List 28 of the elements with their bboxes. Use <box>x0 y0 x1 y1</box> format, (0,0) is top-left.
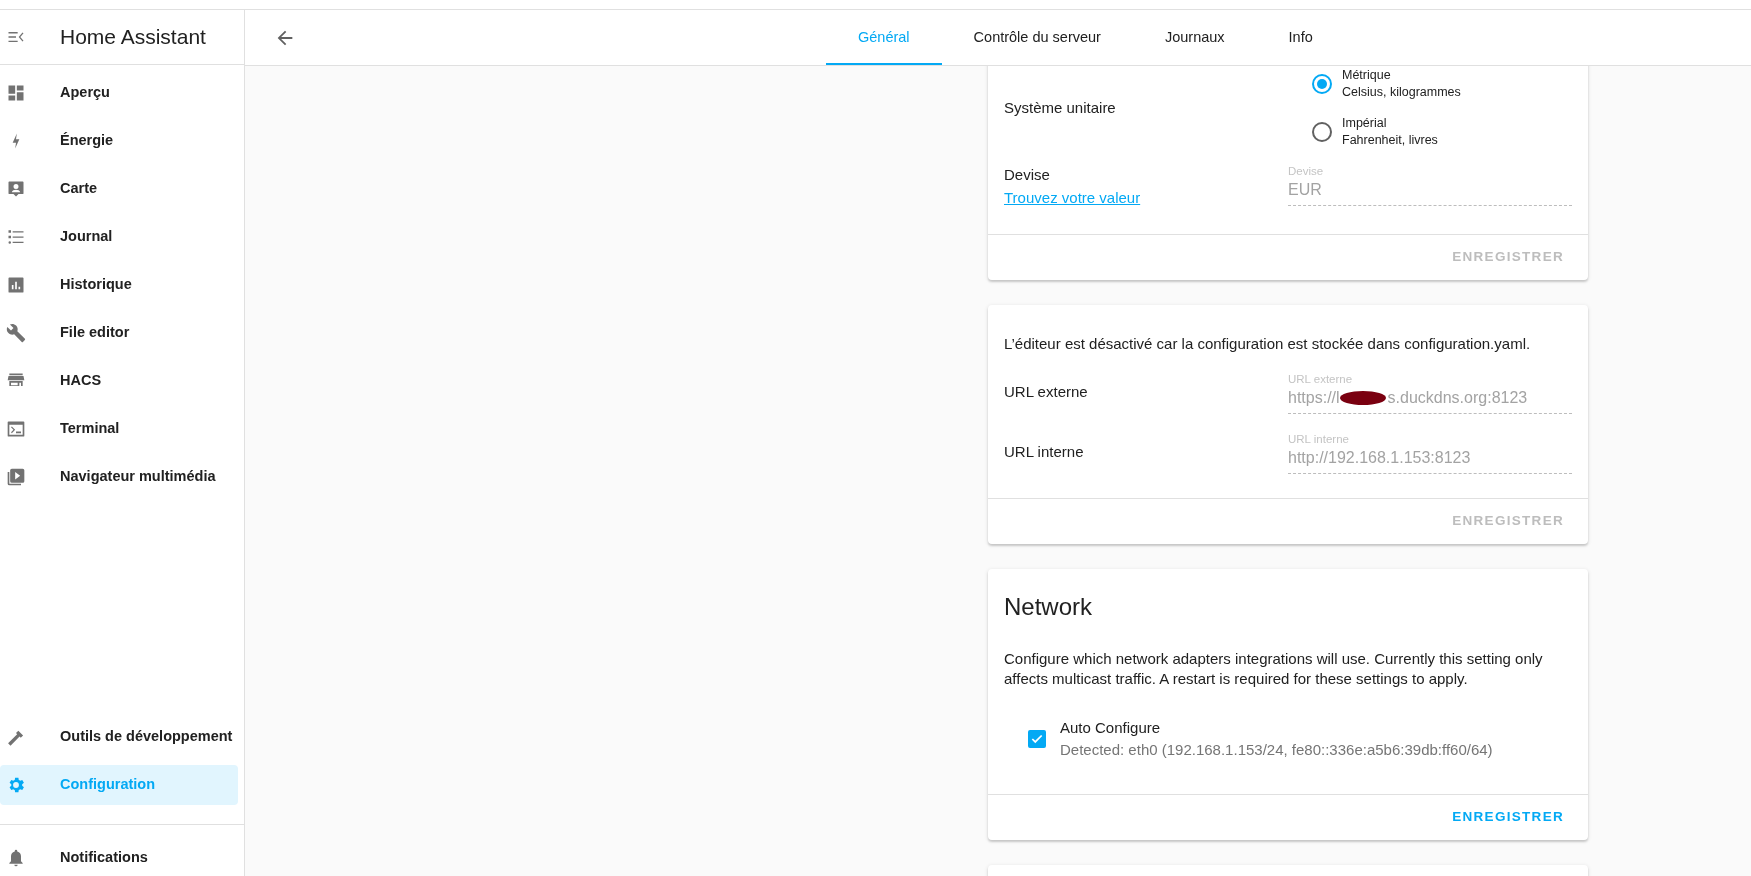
sidebar-item[interactable]: Navigateur multimédia <box>0 453 238 501</box>
option-description: Fahrenheit, livres <box>1342 132 1438 149</box>
sidebar-item[interactable]: Carte <box>0 165 238 213</box>
sidebar-item[interactable]: File editor <box>0 309 238 357</box>
app-title: Home Assistant <box>60 24 206 51</box>
tab[interactable]: Contrôle du serveur <box>941 10 1133 65</box>
sidebar-item[interactable]: Aperçu <box>0 69 238 117</box>
sidebar-item[interactable]: Énergie <box>0 117 238 165</box>
option-description: Celsius, kilogrammes <box>1342 84 1461 101</box>
setting-label: URL interne <box>1004 443 1084 461</box>
option-title: Impérial <box>1342 115 1388 132</box>
sidebar-item[interactable]: HACS <box>0 357 238 405</box>
setting-label: Devise <box>1004 165 1051 185</box>
sidebar-item[interactable]: Outils de développement <box>0 713 238 761</box>
description-text: Configure which network adapters integrations will use. Currently this setting only affects multicast traffic. A restart is required for these settings to apply. <box>1004 648 1544 689</box>
card-title: Network <box>1004 591 1094 622</box>
sidebar-item[interactable]: Journal <box>0 213 238 261</box>
tab[interactable]: Info <box>1256 10 1345 65</box>
sidebar-item[interactable]: Historique <box>0 261 238 309</box>
option-title: Auto Configure <box>1060 717 1162 738</box>
tab[interactable]: Journaux <box>1132 10 1257 65</box>
setting-label: Système unitaire <box>1004 98 1116 116</box>
setting-label: URL externe <box>1004 383 1088 401</box>
option-title: Métrique <box>1342 67 1392 84</box>
notice-text: L’éditeur est désactivé car la configuration est stockée dans configuration.yaml. <box>1004 334 1532 354</box>
sidebar-item[interactable]: Notifications <box>0 834 238 876</box>
option-description: Detected: eth0 (192.168.1.153/24, fe80::336e:a5b6:39db:ff60/64) <box>1060 740 1493 760</box>
sidebar-item[interactable]: Terminal <box>0 405 238 453</box>
